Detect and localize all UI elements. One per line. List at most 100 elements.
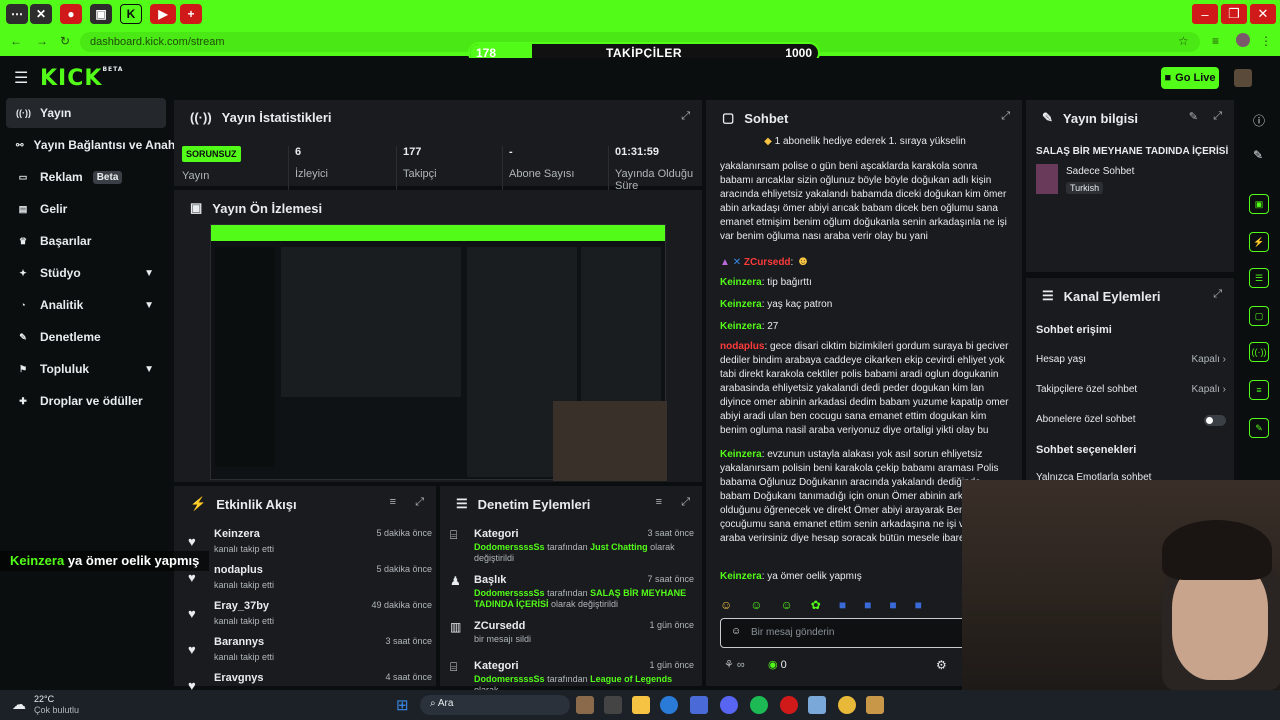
chat-actions-icon[interactable]: ⚘ ∞: [724, 658, 745, 671]
file-explorer-icon[interactable]: [632, 696, 650, 714]
chat-input[interactable]: ☺ Bir mesaj gönderin: [720, 618, 970, 648]
taskbar-search[interactable]: ⌕ Ara: [420, 695, 570, 715]
sidebar-item-7[interactable]: ✎ Denetleme: [6, 322, 166, 352]
expand-icon[interactable]: ⤢: [681, 110, 690, 123]
go-live-button[interactable]: ■ Go Live: [1161, 67, 1219, 89]
chat-message[interactable]: Keinzera: yaş kaç patron: [720, 298, 1010, 312]
activity-item[interactable]: ♥ Keinzera kanalı takip etti 5 dakika önce: [184, 528, 432, 564]
hamburger-menu-icon[interactable]: ☰: [14, 68, 28, 88]
close-icon[interactable]: ✕: [1250, 4, 1276, 24]
rail-wrench-icon[interactable]: ✎: [1249, 418, 1269, 438]
chat-message[interactable]: ▲ ✕ ZCursedd: ☻: [720, 254, 1010, 270]
expand-icon[interactable]: ⤢: [1213, 288, 1222, 301]
activity-item[interactable]: ♥ nodaplus kanalı takip etti 5 dakika önce: [184, 564, 432, 600]
activity-item[interactable]: ♥ Eray_37by kanalı takip etti 49 dakika önc…: [184, 600, 432, 636]
rail-stack-icon[interactable]: ≡: [1249, 380, 1269, 400]
pinned-banner[interactable]: ◆ 1 abonelik hediye ederek 1. sıraya yük…: [706, 136, 1024, 156]
copilot-icon[interactable]: [604, 696, 622, 714]
store-icon[interactable]: [690, 696, 708, 714]
sidebar-item-3[interactable]: ▤ Gelir: [6, 194, 166, 224]
expand-icon[interactable]: ⤢: [415, 496, 424, 509]
emote-icon[interactable]: ■: [889, 598, 896, 612]
minimize-icon[interactable]: –: [1192, 4, 1218, 24]
expand-icon[interactable]: ⤢: [1001, 110, 1010, 123]
sidebar-item-9[interactable]: ✚ Droplar ve ödüller: [6, 386, 166, 416]
chat-username[interactable]: Keinzera: [720, 571, 762, 582]
emote-icon[interactable]: ☺: [750, 598, 762, 612]
expand-icon[interactable]: ⤢: [1213, 110, 1222, 123]
chat-message[interactable]: yakalanırsam polise o gün beni aşcaklard…: [720, 160, 1010, 244]
sidebar-item-6[interactable]: ◔ Analitik ▼: [6, 290, 166, 320]
kick-tab-icon[interactable]: K: [120, 4, 142, 24]
setting-toggle[interactable]: [1204, 415, 1226, 426]
kick-logo[interactable]: KICKBETA: [40, 66, 123, 91]
rail-chat-icon[interactable]: ▢: [1249, 306, 1269, 326]
user-avatar[interactable]: [1234, 69, 1252, 87]
new-tab-icon[interactable]: +: [180, 4, 202, 24]
chevron-down-icon[interactable]: ▼: [144, 268, 154, 279]
more-menu-icon[interactable]: ⋮: [1260, 34, 1272, 48]
bookmark-star-icon[interactable]: ☆: [1178, 34, 1189, 48]
stream-preview-video[interactable]: [210, 224, 667, 481]
reload-icon[interactable]: ↻: [60, 34, 70, 48]
emote-icon[interactable]: ■: [915, 598, 922, 612]
channel-setting-row[interactable]: Hesap yaşı Kapalı ›: [1036, 354, 1226, 365]
sidebar-item-2[interactable]: ▭ Reklam Beta: [6, 162, 166, 192]
chat-username[interactable]: Keinzera: [720, 299, 762, 310]
chat-username[interactable]: Keinzera: [720, 321, 762, 332]
edge-icon[interactable]: [660, 696, 678, 714]
youtube-tab-icon[interactable]: ▶: [150, 4, 176, 24]
edit-icon[interactable]: ✎: [1253, 148, 1263, 162]
tab-favicon-icon[interactable]: ▣: [90, 4, 112, 24]
back-icon[interactable]: ←: [10, 34, 22, 48]
x-tab-icon[interactable]: ✕: [30, 4, 52, 24]
channel-setting-row[interactable]: Takipçilere özel sohbet Kapalı ›: [1036, 384, 1226, 395]
discord-icon[interactable]: [720, 696, 738, 714]
emoji-icon[interactable]: ☺: [731, 626, 741, 637]
emote-icon[interactable]: ✿: [811, 598, 821, 612]
chat-username[interactable]: Keinzera: [720, 449, 762, 460]
info-icon[interactable]: ⓘ: [1253, 112, 1265, 129]
browser-menu-icon[interactable]: ⋯: [6, 4, 28, 24]
rail-broadcast-icon[interactable]: ((·)): [1249, 342, 1269, 362]
spotify-icon[interactable]: [750, 696, 768, 714]
filter-icon[interactable]: ≡: [390, 496, 396, 508]
rail-preview-icon[interactable]: ▣: [1249, 194, 1269, 214]
emote-icon[interactable]: ☺: [781, 598, 793, 612]
chat-message[interactable]: nodaplus: gece disari ciktim bizimkileri…: [720, 340, 1010, 438]
forward-icon[interactable]: →: [36, 34, 48, 48]
chrome-icon[interactable]: [838, 696, 856, 714]
sidebar-item-1[interactable]: ⚯ Yayın Bağlantısı ve Anahtar: [6, 130, 191, 160]
edit-icon[interactable]: ✎: [1189, 110, 1198, 123]
rail-list-icon[interactable]: ☰: [1249, 268, 1269, 288]
chat-username[interactable]: nodaplus: [720, 341, 764, 352]
chat-settings-icon[interactable]: ⚙: [936, 658, 947, 672]
tab-favicon-icon[interactable]: ●: [60, 4, 82, 24]
windows-start-icon[interactable]: ⊞: [396, 696, 409, 714]
emote-icon[interactable]: ☺: [720, 598, 732, 612]
sidebar-item-8[interactable]: ⚑ Topluluk ▼: [6, 354, 166, 384]
category-name[interactable]: Sadece Sohbet: [1066, 166, 1134, 177]
chat-username[interactable]: Keinzera: [720, 277, 762, 288]
expand-icon[interactable]: ⤢: [681, 496, 690, 509]
chevron-down-icon[interactable]: ▼: [144, 300, 154, 311]
profile-avatar[interactable]: [1236, 33, 1250, 47]
rail-lightning-icon[interactable]: ⚡: [1249, 232, 1269, 252]
chat-message[interactable]: Keinzera: 27: [720, 320, 1010, 334]
chat-username[interactable]: ZCursedd: [744, 257, 791, 268]
emote-icon[interactable]: ■: [864, 598, 871, 612]
sidebar-item-4[interactable]: ♛ Başarılar: [6, 226, 166, 256]
chevron-down-icon[interactable]: ▼: [144, 364, 154, 375]
channel-setting-row[interactable]: Abonelere özel sohbet: [1036, 414, 1226, 426]
maximize-icon[interactable]: ❐: [1221, 4, 1247, 24]
obs-icon[interactable]: [780, 696, 798, 714]
sidebar-item-5[interactable]: ✦ Stüdyo ▼: [6, 258, 166, 288]
extensions-icon[interactable]: ≡: [1212, 34, 1219, 48]
channel-points[interactable]: ◉ 0: [768, 658, 787, 671]
filter-icon[interactable]: ≡: [656, 496, 662, 508]
app-icon[interactable]: [866, 696, 884, 714]
chat-message[interactable]: Keinzera: tip bağırttı: [720, 276, 1010, 290]
weather-icon[interactable]: ☁: [12, 696, 26, 713]
emote-icon[interactable]: ■: [839, 598, 846, 612]
activity-item[interactable]: ♥ Barannys kanalı takip etti 3 saat önce: [184, 636, 432, 672]
